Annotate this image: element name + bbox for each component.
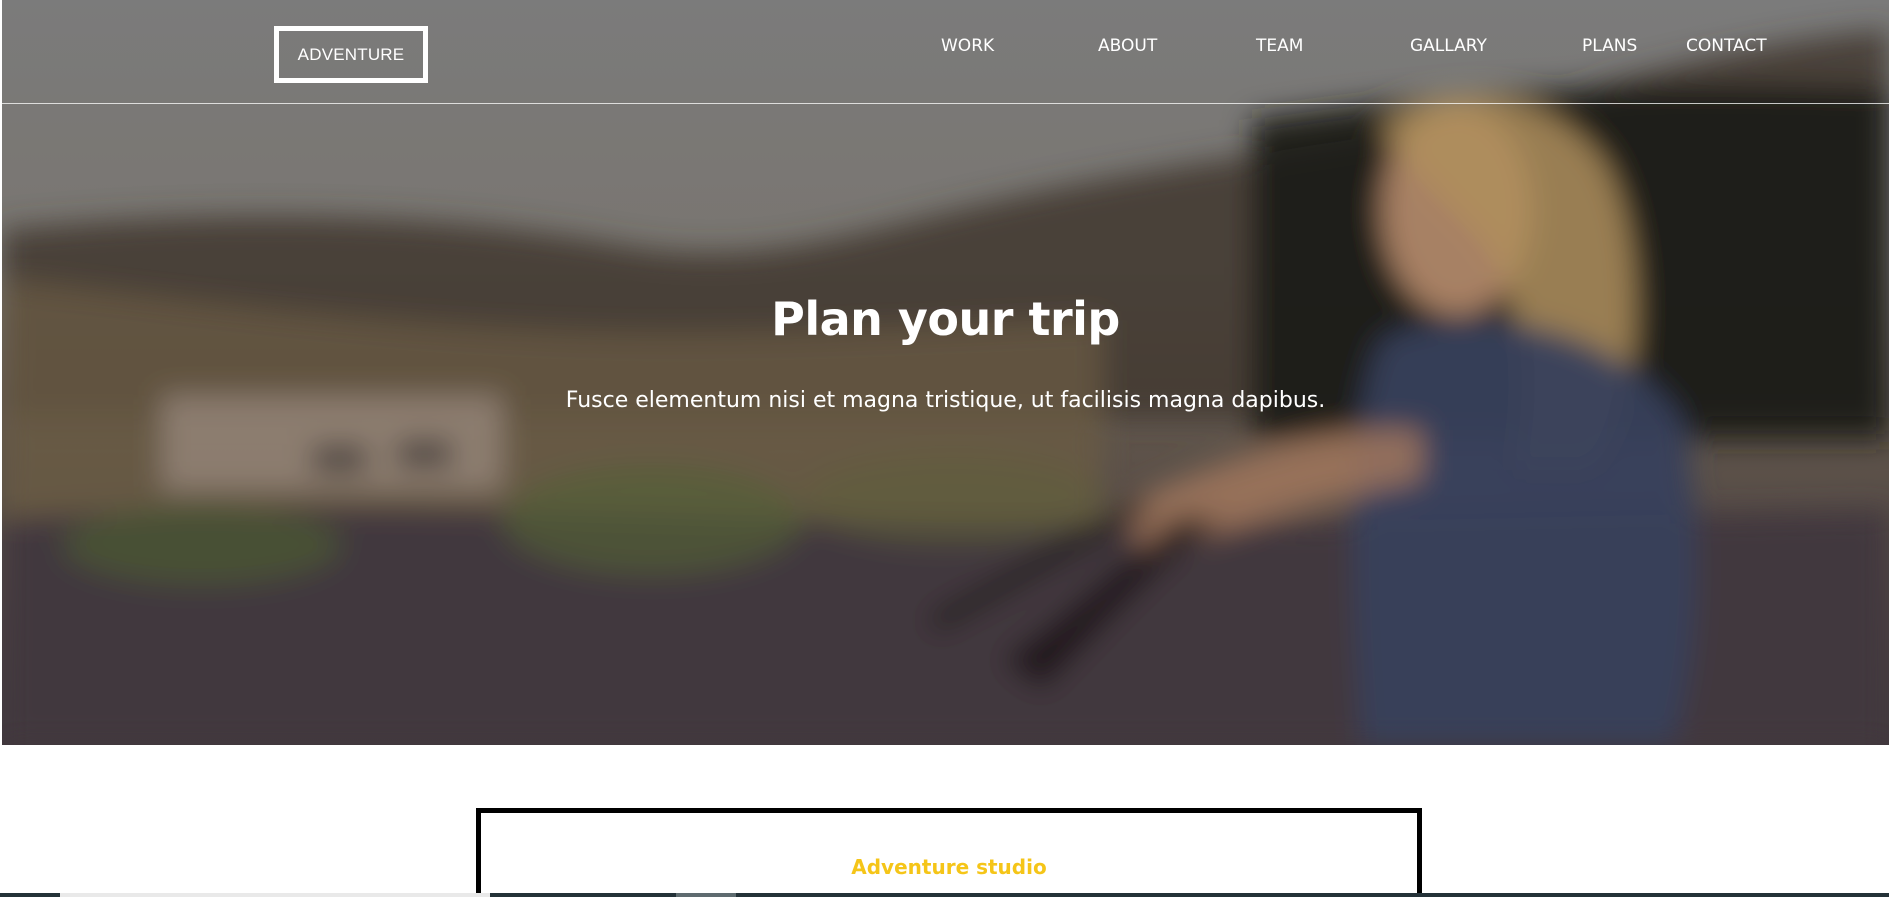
nav-item-gallary[interactable]: GALLARY <box>1410 36 1487 56</box>
brand-logo-button[interactable]: ADVENTURE <box>274 26 428 83</box>
page: ADVENTURE WORK ABOUT TEAM GALLARY PLANS … <box>0 0 1889 897</box>
hero-background-image <box>2 0 1889 745</box>
studio-title: Adventure studio <box>851 855 1047 879</box>
top-navigation-bar: ADVENTURE WORK ABOUT TEAM GALLARY PLANS … <box>2 0 1889 104</box>
hero-subtitle: Fusce elementum nisi et magna tristique,… <box>565 388 1326 413</box>
hero-title: Plan your trip <box>771 292 1120 346</box>
studio-card: Adventure studio <box>476 808 1422 897</box>
hero-section: ADVENTURE WORK ABOUT TEAM GALLARY PLANS … <box>2 0 1889 745</box>
nav-item-work[interactable]: WORK <box>941 36 994 56</box>
bottom-strip-segment <box>676 893 736 897</box>
nav-item-about[interactable]: ABOUT <box>1098 36 1157 56</box>
bottom-strip-segment <box>60 893 490 897</box>
bottom-strip <box>0 893 1889 897</box>
nav-item-contact[interactable]: CONTACT <box>1686 36 1767 56</box>
nav-item-plans[interactable]: PLANS <box>1582 36 1637 56</box>
nav-item-team[interactable]: TEAM <box>1256 36 1303 56</box>
